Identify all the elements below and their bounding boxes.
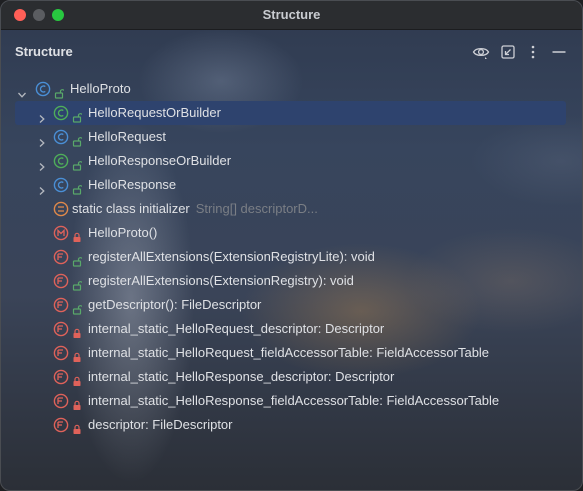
public-visibility-icon [72, 107, 83, 123]
chevron-right-icon[interactable] [37, 132, 47, 147]
tree-item-label: registerAllExtensions(ExtensionRegistryL… [88, 249, 375, 264]
public-visibility-icon [72, 131, 83, 147]
tree-item-internal-static-hellorequest-descriptor[interactable]: internal_static_HelloRequest_descriptor:… [15, 317, 566, 341]
tree-item-registerallextensions[interactable]: registerAllExtensions(ExtensionRegistryL… [15, 245, 566, 269]
interface-icon [53, 153, 69, 169]
private-lock-icon [72, 323, 82, 338]
chevron-right-icon[interactable] [37, 180, 47, 195]
method-icon [53, 297, 69, 313]
public-visibility-icon [72, 155, 83, 171]
tree-item-hint: String[] descriptorD... [195, 201, 318, 216]
tree-item-label: HelloRequest [88, 129, 167, 144]
private-lock-icon [72, 371, 82, 386]
method-icon [53, 273, 69, 289]
collapse-icon[interactable] [499, 43, 517, 61]
chevron-down-icon[interactable] [17, 84, 27, 98]
panel-header: Structure [1, 29, 582, 73]
tree-item-descriptor[interactable]: descriptor: FileDescriptor [15, 413, 566, 437]
field-icon [53, 369, 69, 385]
private-lock-icon [72, 419, 82, 434]
field-icon [53, 393, 69, 409]
title-bar: Structure [1, 1, 582, 30]
class-icon [53, 177, 69, 193]
tree-item-text: static class initializer String[] descrip… [72, 197, 318, 221]
tree-item-hellorequest[interactable]: HelloRequest [15, 125, 566, 149]
more-icon[interactable] [524, 43, 542, 61]
tree-item-label: HelloRequestOrBuilder [88, 105, 221, 120]
tree-item-internal-static-helloresponse-descriptor[interactable]: internal_static_HelloResponse_descriptor… [15, 365, 566, 389]
tree-item-label: HelloProto [70, 81, 131, 96]
private-lock-icon [72, 347, 82, 362]
public-visibility-icon [72, 179, 83, 195]
tree-item-hellorequestorbuilder[interactable]: HelloRequestOrBuilder [15, 101, 566, 125]
chevron-right-icon[interactable] [37, 108, 47, 123]
tree-item-helloproto[interactable]: HelloProto() [15, 221, 566, 245]
eye-icon[interactable] [472, 43, 490, 61]
tree-item-label: internal_static_HelloResponse_fieldAcces… [88, 393, 500, 408]
public-visibility-icon [72, 275, 83, 291]
tree-item-label: descriptor: FileDescriptor [88, 417, 233, 432]
tree-item-label: getDescriptor(): FileDescriptor [88, 297, 262, 312]
tree-item-internal-static-helloresponse-fieldaccessortable[interactable]: internal_static_HelloResponse_fieldAcces… [15, 389, 566, 413]
field-icon [53, 417, 69, 433]
field-icon [53, 345, 69, 361]
tree-item-label: HelloProto() [88, 225, 158, 240]
tree-item-internal-static-hellorequest-fieldaccessortable[interactable]: internal_static_HelloRequest_fieldAccess… [15, 341, 566, 365]
chevron-right-icon[interactable] [37, 156, 47, 171]
initializer-icon [53, 201, 69, 217]
structure-window: Structure Structure HelloProto HelloRequ… [0, 0, 583, 491]
private-lock-icon [72, 227, 82, 242]
class-icon [53, 129, 69, 145]
tree-item-helloresponseorbuilder[interactable]: HelloResponseOrBuilder [15, 149, 566, 173]
method-icon [53, 249, 69, 265]
tree-item-helloresponse[interactable]: HelloResponse [15, 173, 566, 197]
tree-item-label: internal_static_HelloRequest_descriptor:… [88, 321, 385, 336]
tree-item-label: static class initializer [72, 201, 190, 216]
private-lock-icon [72, 395, 82, 410]
tree-root-helloproto[interactable]: HelloProto [15, 77, 566, 101]
window-title: Structure [262, 7, 321, 22]
tree-item-getdescriptor[interactable]: getDescriptor(): FileDescriptor [15, 293, 566, 317]
tree-item-label: internal_static_HelloResponse_descriptor… [88, 369, 395, 384]
public-visibility-icon [72, 251, 83, 267]
public-visibility-icon [54, 83, 65, 99]
tree-item-label: HelloResponseOrBuilder [88, 153, 232, 168]
tree-item-static-class-initializer[interactable]: static class initializer String[] descrip… [15, 197, 566, 221]
constructor-icon [53, 225, 69, 241]
tree-item-label: internal_static_HelloRequest_fieldAccess… [88, 345, 490, 360]
interface-icon [53, 105, 69, 121]
tree-item-label: registerAllExtensions(ExtensionRegistry)… [88, 273, 354, 288]
class-icon [35, 81, 51, 97]
tree-item-label: HelloResponse [88, 177, 177, 192]
public-visibility-icon [72, 299, 83, 315]
field-icon [53, 321, 69, 337]
minimize-icon[interactable] [550, 43, 568, 61]
panel-title: Structure [15, 44, 73, 59]
tree-item-registerallextensions[interactable]: registerAllExtensions(ExtensionRegistry)… [15, 269, 566, 293]
